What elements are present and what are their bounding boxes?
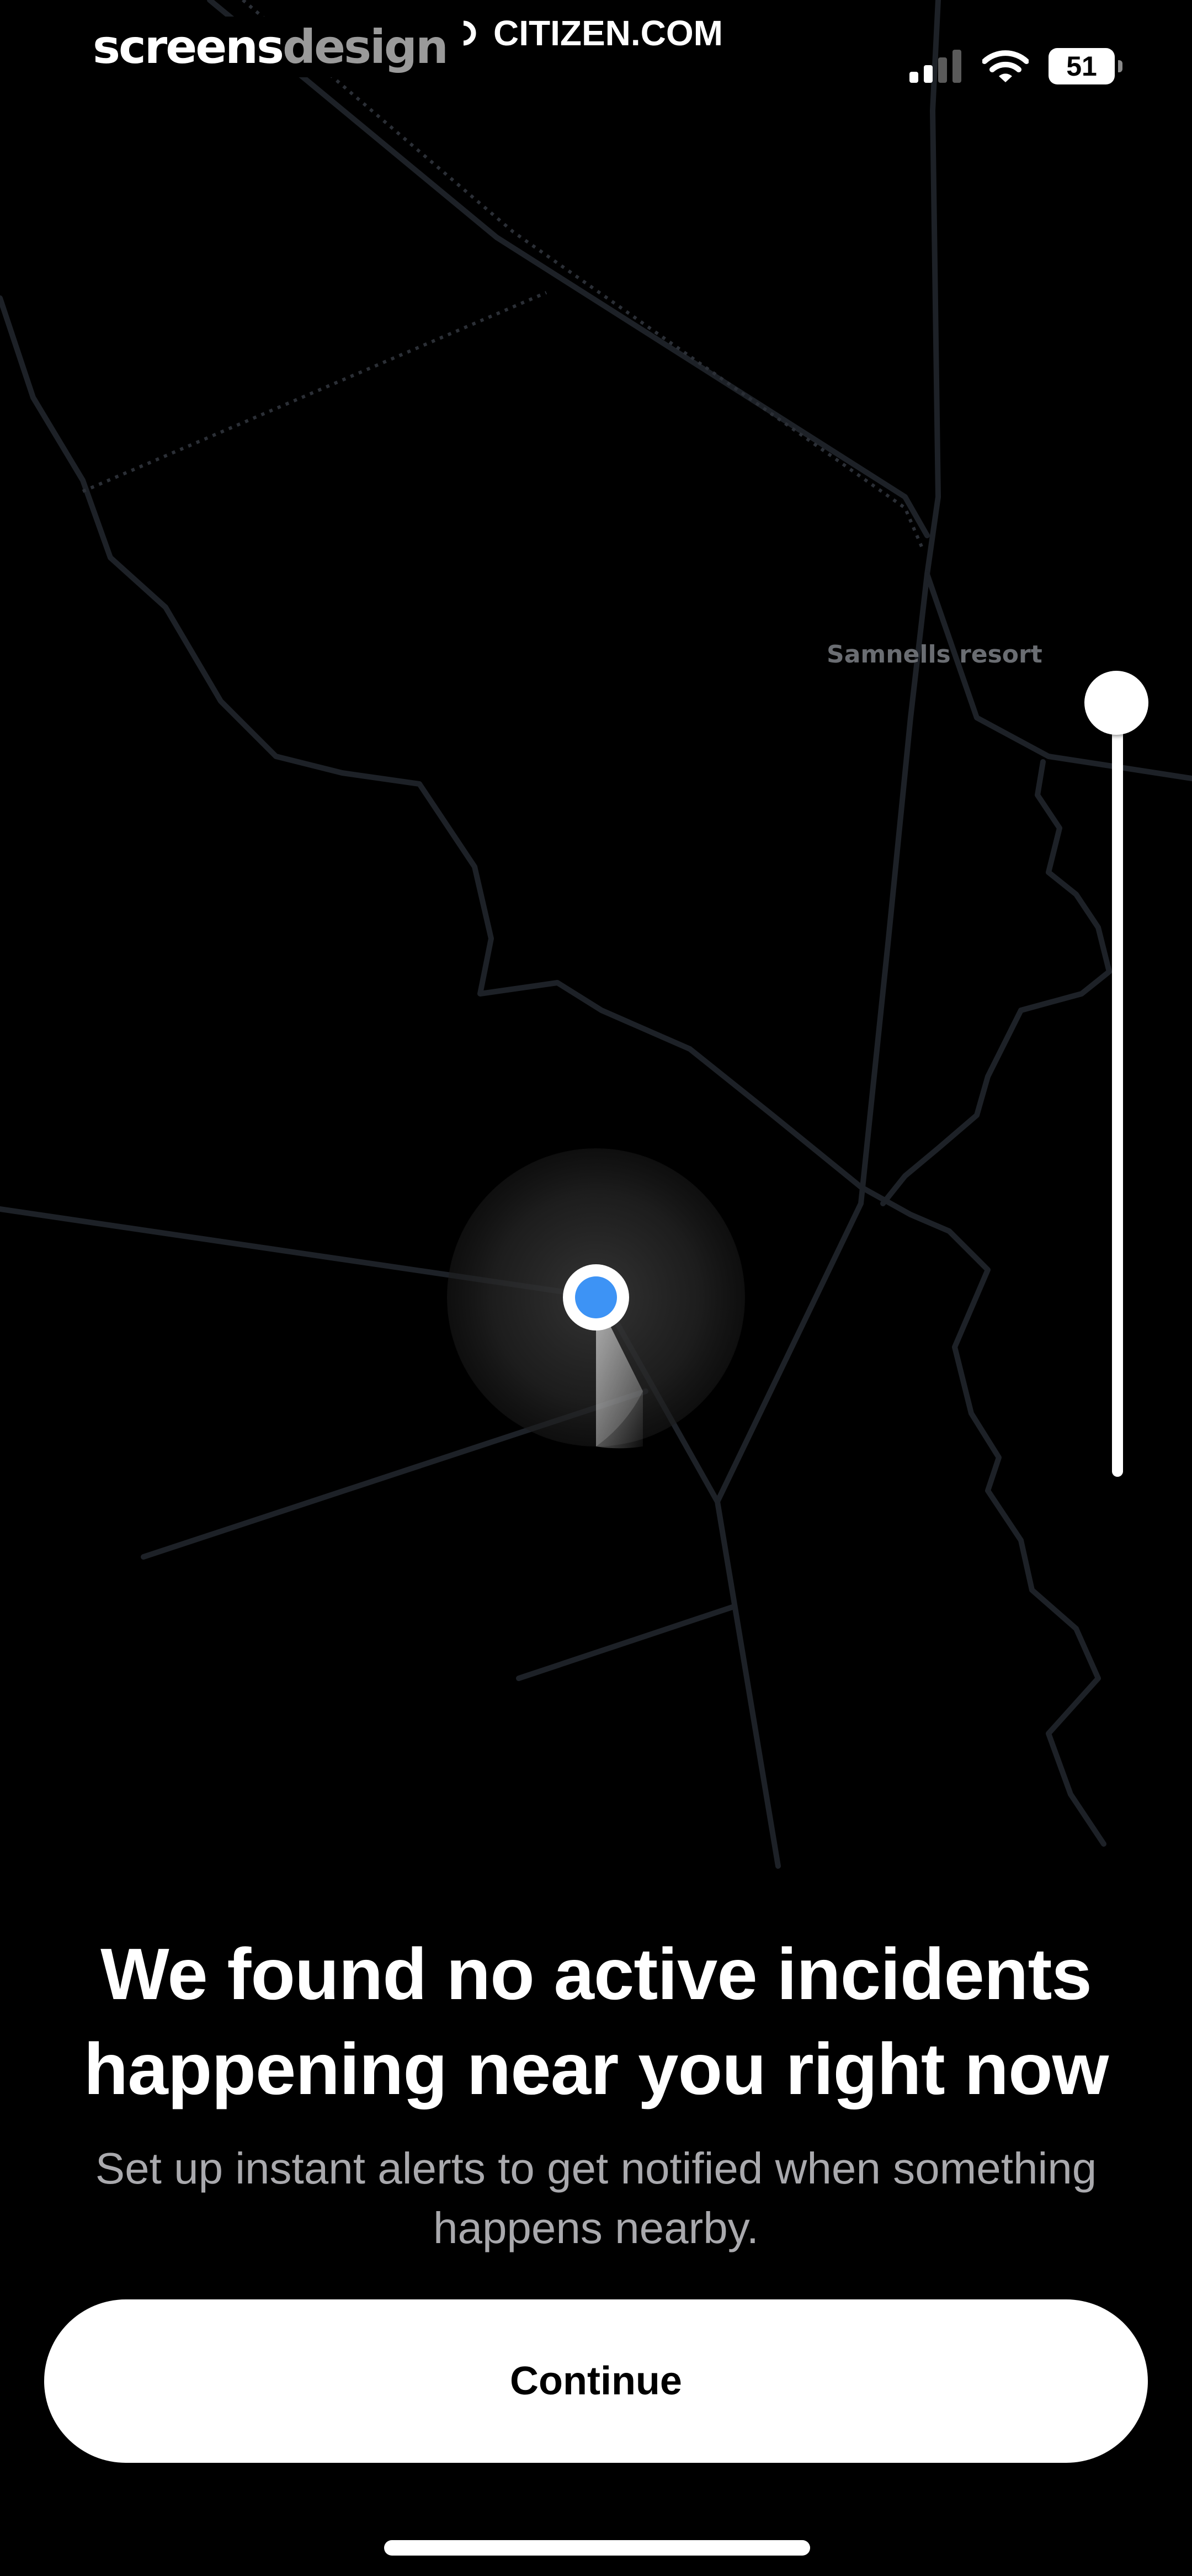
map-place-label: Samnells resort — [827, 640, 1042, 669]
home-indicator[interactable] — [384, 2540, 810, 2556]
radius-slider-track[interactable] — [1112, 704, 1123, 1477]
watermark-part-design: design — [282, 20, 449, 74]
site-domain-text: CITIZEN.COM — [493, 13, 723, 53]
battery-level: 51 — [1066, 51, 1097, 82]
map-roads — [0, 0, 1192, 1869]
subtext: Set up instant alerts to get notified wh… — [95, 2144, 1097, 2252]
site-domain-label: CITIZEN.COM — [453, 11, 723, 55]
status-bar: screens design CITIZEN.COM 51 — [0, 0, 1192, 84]
radius-slider-thumb[interactable] — [1084, 671, 1148, 735]
map-view[interactable] — [0, 0, 1192, 1877]
signal-icon — [909, 50, 961, 83]
screensdesign-watermark: screens design — [77, 17, 462, 77]
watermark-part-screens: screens — [93, 20, 284, 74]
radius-slider[interactable] — [1084, 671, 1151, 1526]
status-icons: 51 — [909, 44, 1122, 88]
bottom-panel: We found no active incidents happening n… — [0, 1927, 1192, 2258]
continue-button[interactable]: Continue — [44, 2299, 1148, 2463]
user-location-dot[interactable] — [575, 1276, 617, 1318]
citizen-logo-icon — [463, 20, 476, 46]
wifi-icon — [982, 50, 1029, 82]
battery-icon: 51 — [1049, 48, 1122, 84]
headline: We found no active incidents happening n… — [83, 1933, 1109, 2109]
